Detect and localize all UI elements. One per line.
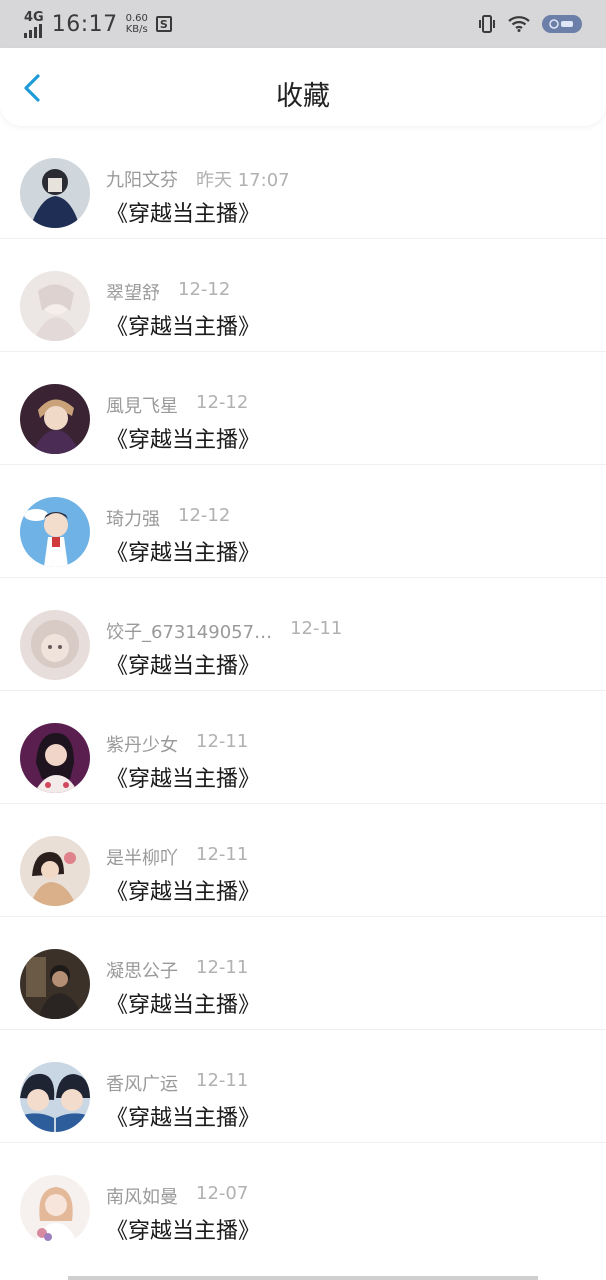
list-item[interactable]: 紫丹少女 12-11 《穿越当主播》 bbox=[0, 691, 606, 804]
network-type: 4G bbox=[24, 9, 44, 25]
battery-icon bbox=[542, 15, 582, 33]
page-title: 收藏 bbox=[276, 81, 330, 112]
timestamp: 12-12 bbox=[178, 505, 231, 526]
network-speed: 0.60 KB/s bbox=[125, 13, 148, 35]
timestamp: 12-11 bbox=[196, 1070, 249, 1091]
work-title: 《穿越当主播》 bbox=[106, 202, 261, 227]
avatar[interactable] bbox=[20, 384, 90, 454]
list-item[interactable]: 香风广运 12-11 《穿越当主播》 bbox=[0, 1030, 606, 1143]
avatar[interactable] bbox=[20, 610, 90, 680]
avatar[interactable] bbox=[20, 1062, 90, 1132]
work-title: 《穿越当主播》 bbox=[106, 315, 261, 340]
user-name: 凝思公子 bbox=[106, 961, 178, 982]
timestamp: 12-11 bbox=[196, 957, 249, 978]
work-title: 《穿越当主播》 bbox=[106, 993, 261, 1018]
timestamp: 12-11 bbox=[290, 618, 343, 639]
user-name: 饺子_673149057… bbox=[106, 622, 273, 643]
app-notification-icon: S bbox=[155, 16, 172, 32]
user-name: 南风如曼 bbox=[106, 1187, 178, 1208]
clock: 16:17 bbox=[51, 11, 118, 37]
avatar[interactable] bbox=[20, 497, 90, 567]
header: 收藏 bbox=[0, 48, 606, 126]
timestamp: 12-11 bbox=[196, 731, 249, 752]
work-title: 《穿越当主播》 bbox=[106, 767, 261, 792]
work-title: 《穿越当主播》 bbox=[106, 428, 261, 453]
list-item[interactable]: 九阳文芬 昨天 17:07 《穿越当主播》 bbox=[0, 126, 606, 239]
list-item[interactable]: 琦力强 12-12 《穿越当主播》 bbox=[0, 465, 606, 578]
list-item[interactable]: 風見飞星 12-12 《穿越当主播》 bbox=[0, 352, 606, 465]
list-item[interactable]: 南风如曼 12-07 《穿越当主播》 bbox=[0, 1143, 606, 1256]
work-title: 《穿越当主播》 bbox=[106, 1106, 261, 1131]
avatar[interactable] bbox=[20, 271, 90, 341]
user-name: 香风广运 bbox=[106, 1074, 178, 1095]
avatar[interactable] bbox=[20, 158, 90, 228]
user-name: 風見飞星 bbox=[106, 396, 178, 417]
user-name: 九阳文芬 bbox=[106, 170, 178, 191]
work-title: 《穿越当主播》 bbox=[106, 1219, 261, 1244]
work-title: 《穿越当主播》 bbox=[106, 541, 261, 566]
timestamp: 12-11 bbox=[196, 844, 249, 865]
wifi-icon bbox=[508, 16, 530, 32]
avatar[interactable] bbox=[20, 949, 90, 1019]
vibrate-icon bbox=[479, 15, 495, 33]
user-name: 翠望舒 bbox=[106, 283, 160, 304]
work-title: 《穿越当主播》 bbox=[106, 654, 261, 679]
timestamp: 昨天 17:07 bbox=[196, 170, 290, 191]
list-item[interactable]: 是半柳吖 12-11 《穿越当主播》 bbox=[0, 804, 606, 917]
avatar[interactable] bbox=[20, 723, 90, 793]
user-name: 琦力强 bbox=[106, 509, 160, 530]
work-title: 《穿越当主播》 bbox=[106, 880, 261, 905]
timestamp: 12-12 bbox=[178, 279, 231, 300]
user-name: 紫丹少女 bbox=[106, 735, 178, 756]
list-item[interactable]: 翠望舒 12-12 《穿越当主播》 bbox=[0, 239, 606, 352]
user-name: 是半柳吖 bbox=[106, 848, 178, 869]
next-item-edge bbox=[68, 1276, 538, 1280]
list-item[interactable]: 凝思公子 12-11 《穿越当主播》 bbox=[0, 917, 606, 1030]
list-item[interactable]: 饺子_673149057… 12-11 《穿越当主播》 bbox=[0, 578, 606, 691]
timestamp: 12-07 bbox=[196, 1183, 249, 1204]
signal-indicator: 4G bbox=[24, 11, 44, 38]
avatar[interactable] bbox=[20, 1175, 90, 1245]
timestamp: 12-12 bbox=[196, 392, 249, 413]
favorites-list: 九阳文芬 昨天 17:07 《穿越当主播》 翠望舒 12-12 《穿越当主播》 bbox=[0, 126, 606, 1256]
signal-icon bbox=[24, 23, 44, 38]
status-bar: 4G 16:17 0.60 KB/s S bbox=[0, 0, 606, 48]
avatar[interactable] bbox=[20, 836, 90, 906]
